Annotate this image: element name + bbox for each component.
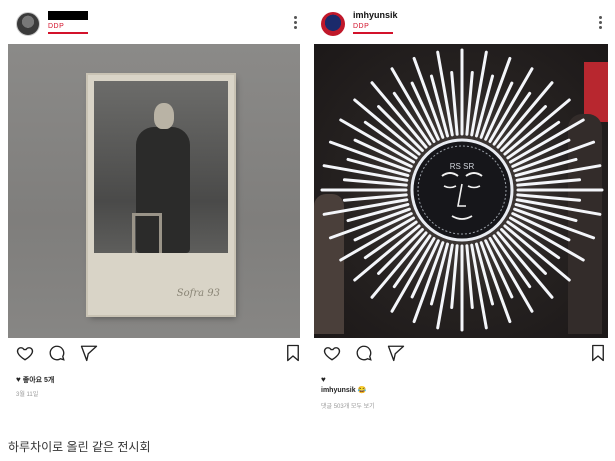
avatar[interactable] [16,12,40,36]
bookmark-icon[interactable] [284,344,302,362]
send-paper-plane-icon[interactable] [387,344,405,362]
caption-username-text: imhyunsik [321,387,356,394]
post-photo[interactable]: Sofra 93 [8,44,300,338]
mat-caption-area: Sofra 93 [94,259,228,309]
post-header: imhyunsik DDP [319,8,609,40]
post-actions [12,344,304,366]
sun-ray [377,105,424,152]
comment-bubble-icon[interactable] [355,344,373,362]
heart-outline-icon[interactable] [16,344,34,362]
location-underline [353,32,393,34]
location-underline [48,32,88,34]
location-label[interactable]: DDP [353,23,369,30]
heart-filled-icon: ♥ [321,375,326,384]
sun-ray [342,193,408,202]
caption-username[interactable]: imhyunsik 😂 [321,386,366,394]
username[interactable]: imhyunsik [353,10,398,20]
instagram-post-left: DDP Sofra 93 ♥ 좋아요 5개 3월 11일 [8,0,310,420]
sun-ray [516,193,582,202]
exhibition-scene: RS SR [314,44,608,338]
bookmark-icon[interactable] [589,344,607,362]
post-photo[interactable]: RS SR [314,44,608,338]
sun-ray [465,70,474,136]
heart-filled-icon: ♥ [16,375,21,384]
chair [132,213,162,253]
post-header: DDP [14,8,304,40]
sun-ray [516,178,582,187]
framed-photograph: Sofra 93 [88,75,234,315]
heart-outline-icon[interactable] [323,344,341,362]
more-vertical-icon[interactable] [595,16,605,30]
figure-head [154,103,174,129]
sun-ray [450,70,459,136]
username-redacted [48,11,88,20]
sun-ray [500,228,547,275]
sun-ray [500,105,547,152]
send-paper-plane-icon[interactable] [80,344,98,362]
more-vertical-icon[interactable] [290,16,300,30]
page: DDP Sofra 93 ♥ 좋아요 5개 3월 11일 imhyunsik D… [0,0,615,461]
likes-count[interactable]: ♥ 좋아요 5개 [16,375,54,385]
sun-ray [377,228,424,275]
instagram-post-right: imhyunsik DDP RS SR ♥ imhyunsik 😂 댓글 503… [313,0,615,420]
sun-sculpture: RS SR [320,48,604,332]
page-caption: 하루차이로 올린 같은 전시회 [8,440,151,454]
comment-bubble-icon[interactable] [48,344,66,362]
sun-ray [450,244,459,310]
sculpture-text: RS SR [450,162,475,171]
likes-text: 좋아요 5개 [22,377,55,384]
sun-ray [465,244,474,310]
portrait-print [94,81,228,253]
emoji-icon: 😂 [357,387,367,394]
signature: Sofra 93 [176,288,220,299]
sun-ray [342,178,408,187]
avatar[interactable] [321,12,345,36]
post-date: 3월 11일 [16,392,39,398]
post-actions [317,344,609,366]
view-all-comments-link[interactable]: 댓글 503개 모두 보기 [321,401,375,410]
location-label[interactable]: DDP [48,23,64,30]
likes-heart[interactable]: ♥ [321,375,328,384]
